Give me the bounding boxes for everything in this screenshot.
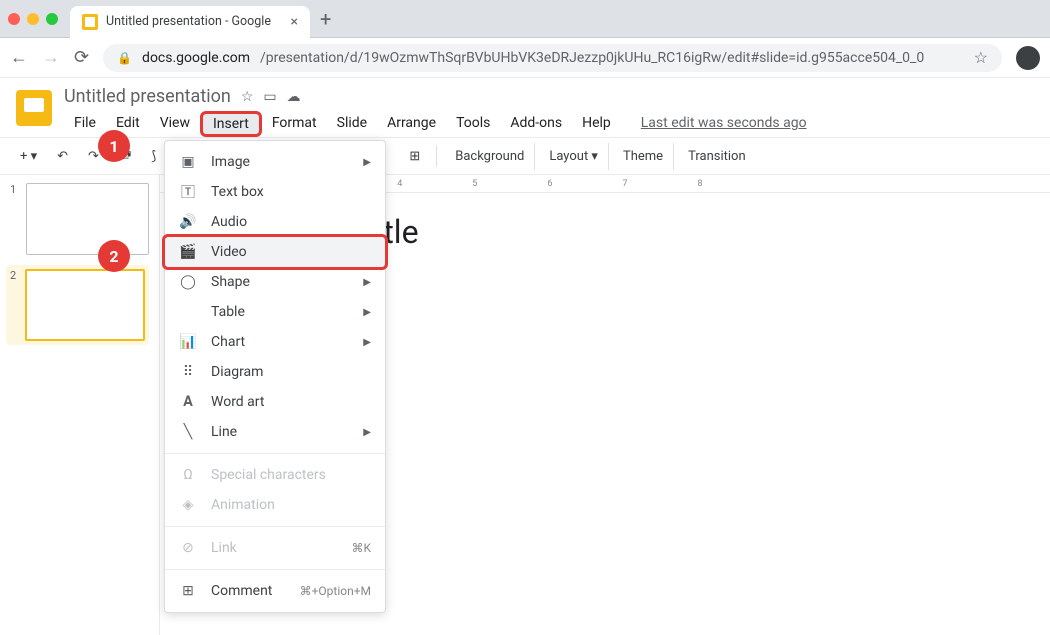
minimize-window-icon[interactable]	[27, 13, 39, 25]
insert-animation: ◈Animation	[165, 490, 385, 520]
insert-wordart[interactable]: 𝐀Word art	[165, 387, 385, 417]
separator	[165, 569, 385, 570]
undo-button[interactable]: ↶	[49, 145, 76, 168]
insert-image[interactable]: ▣Image▶	[165, 147, 385, 177]
forward-button: →	[42, 47, 60, 68]
layout-button[interactable]: Layout ▾	[539, 143, 609, 170]
textbox-icon: 🅃	[179, 183, 197, 201]
insert-link: ⊘Link⌘K	[165, 533, 385, 563]
profile-avatar[interactable]	[1016, 46, 1040, 70]
annotation-2: 2	[98, 240, 130, 272]
url-path: /presentation/d/19wOzmwThSqrBVbUHbVK3eDR…	[260, 50, 924, 66]
menu-format[interactable]: Format	[262, 111, 327, 137]
slide-thumb-2[interactable]: 2	[6, 265, 149, 345]
star-icon[interactable]: ☆	[241, 89, 254, 105]
insert-chart[interactable]: 📊Chart▶	[165, 327, 385, 357]
transition-button[interactable]: Transition	[678, 143, 756, 170]
insert-line[interactable]: ╲Line▶	[165, 417, 385, 447]
thumb-number: 2	[10, 269, 19, 341]
separator	[165, 526, 385, 527]
separator	[165, 453, 385, 454]
app-header: Untitled presentation ☆ ▭ ☁ File Edit Vi…	[0, 78, 1050, 137]
main-area: 1 2 1 2 3 4 5 6 7 8 Click to add title C…	[0, 175, 1050, 635]
insert-menu-dropdown: ▣Image▶ 🅃Text box 🔊Audio 🎬Video ◯Shape▶ …	[164, 140, 386, 613]
thumb-number: 1	[10, 183, 20, 255]
bookmark-star-icon[interactable]: ☆	[974, 48, 988, 67]
cloud-status-icon[interactable]: ☁	[287, 89, 301, 105]
animation-icon: ◈	[179, 496, 197, 514]
menu-view[interactable]: View	[150, 111, 200, 137]
shortcut-label: ⌘K	[351, 541, 371, 555]
menu-addons[interactable]: Add-ons	[500, 111, 572, 137]
video-icon: 🎬	[179, 243, 197, 261]
audio-icon: 🔊	[179, 213, 197, 231]
document-title[interactable]: Untitled presentation	[64, 86, 231, 107]
insert-textbox-button[interactable]: ⊞	[401, 145, 428, 168]
insert-audio[interactable]: 🔊Audio	[165, 207, 385, 237]
link-icon: ⊘	[179, 539, 197, 557]
chevron-right-icon: ▶	[363, 427, 371, 438]
insert-video[interactable]: 🎬Video	[162, 234, 388, 270]
browser-address-bar: ← → ⟳ 🔒 docs.google.com/presentation/d/1…	[0, 38, 1050, 78]
comment-icon: ⊞	[179, 582, 197, 600]
back-button[interactable]: ←	[10, 47, 28, 68]
reload-button[interactable]: ⟳	[74, 47, 89, 68]
close-tab-icon[interactable]: ×	[291, 14, 298, 30]
annotation-1: 1	[98, 130, 130, 162]
url-field[interactable]: 🔒 docs.google.com/presentation/d/19wOzmw…	[103, 44, 1002, 72]
chevron-right-icon: ▶	[363, 337, 371, 348]
wordart-icon: 𝐀	[179, 393, 197, 411]
diagram-icon: ⠿	[179, 363, 197, 381]
menu-insert[interactable]: Insert	[200, 111, 262, 137]
menu-slide[interactable]: Slide	[327, 111, 377, 137]
insert-special-chars: ΩSpecial characters	[165, 460, 385, 490]
browser-tab-bar: Untitled presentation - Google × +	[0, 0, 1050, 38]
menu-file[interactable]: File	[64, 111, 106, 137]
background-button[interactable]: Background	[445, 143, 535, 170]
maximize-window-icon[interactable]	[46, 13, 58, 25]
menu-tools[interactable]: Tools	[446, 111, 500, 137]
shortcut-label: ⌘+Option+M	[300, 584, 371, 598]
slides-favicon-icon	[82, 14, 98, 30]
lock-icon: 🔒	[117, 51, 132, 65]
insert-table[interactable]: Table▶	[165, 297, 385, 327]
new-tab-button[interactable]: +	[320, 7, 331, 31]
slide-panel: 1 2	[0, 175, 160, 635]
shape-icon: ◯	[179, 273, 197, 291]
theme-button[interactable]: Theme	[613, 143, 674, 170]
separator	[436, 145, 437, 167]
last-edit-link[interactable]: Last edit was seconds ago	[631, 111, 817, 137]
insert-diagram[interactable]: ⠿Diagram	[165, 357, 385, 387]
chart-icon: 📊	[179, 333, 197, 351]
url-host: docs.google.com	[142, 50, 250, 66]
thumb	[26, 183, 149, 255]
new-slide-button[interactable]: + ▾	[12, 145, 45, 168]
menu-arrange[interactable]: Arrange	[377, 111, 446, 137]
slide-thumb-1[interactable]: 1	[10, 183, 149, 255]
chevron-right-icon: ▶	[363, 307, 371, 318]
slides-logo-icon[interactable]	[16, 90, 52, 126]
insert-comment[interactable]: ⊞Comment⌘+Option+M	[165, 576, 385, 606]
paint-format-button[interactable]: ⟆	[143, 145, 164, 168]
insert-shape[interactable]: ◯Shape▶	[165, 267, 385, 297]
toolbar: + ▾ ↶ ↷ 🖶 ⟆ ⊞ Background Layout ▾ Theme …	[0, 137, 1050, 175]
image-icon: ▣	[179, 153, 197, 171]
chevron-right-icon: ▶	[363, 157, 371, 168]
insert-textbox[interactable]: 🅃Text box	[165, 177, 385, 207]
table-icon	[179, 303, 197, 321]
window-controls	[8, 13, 58, 25]
menu-help[interactable]: Help	[572, 111, 621, 137]
thumb	[25, 269, 145, 341]
close-window-icon[interactable]	[8, 13, 20, 25]
move-icon[interactable]: ▭	[263, 89, 276, 105]
browser-tab[interactable]: Untitled presentation - Google ×	[70, 6, 310, 38]
tab-title: Untitled presentation - Google	[106, 14, 271, 29]
line-icon: ╲	[179, 423, 197, 441]
menu-bar: File Edit View Insert Format Slide Arran…	[64, 111, 1034, 137]
special-chars-icon: Ω	[179, 466, 197, 484]
chevron-right-icon: ▶	[363, 277, 371, 288]
